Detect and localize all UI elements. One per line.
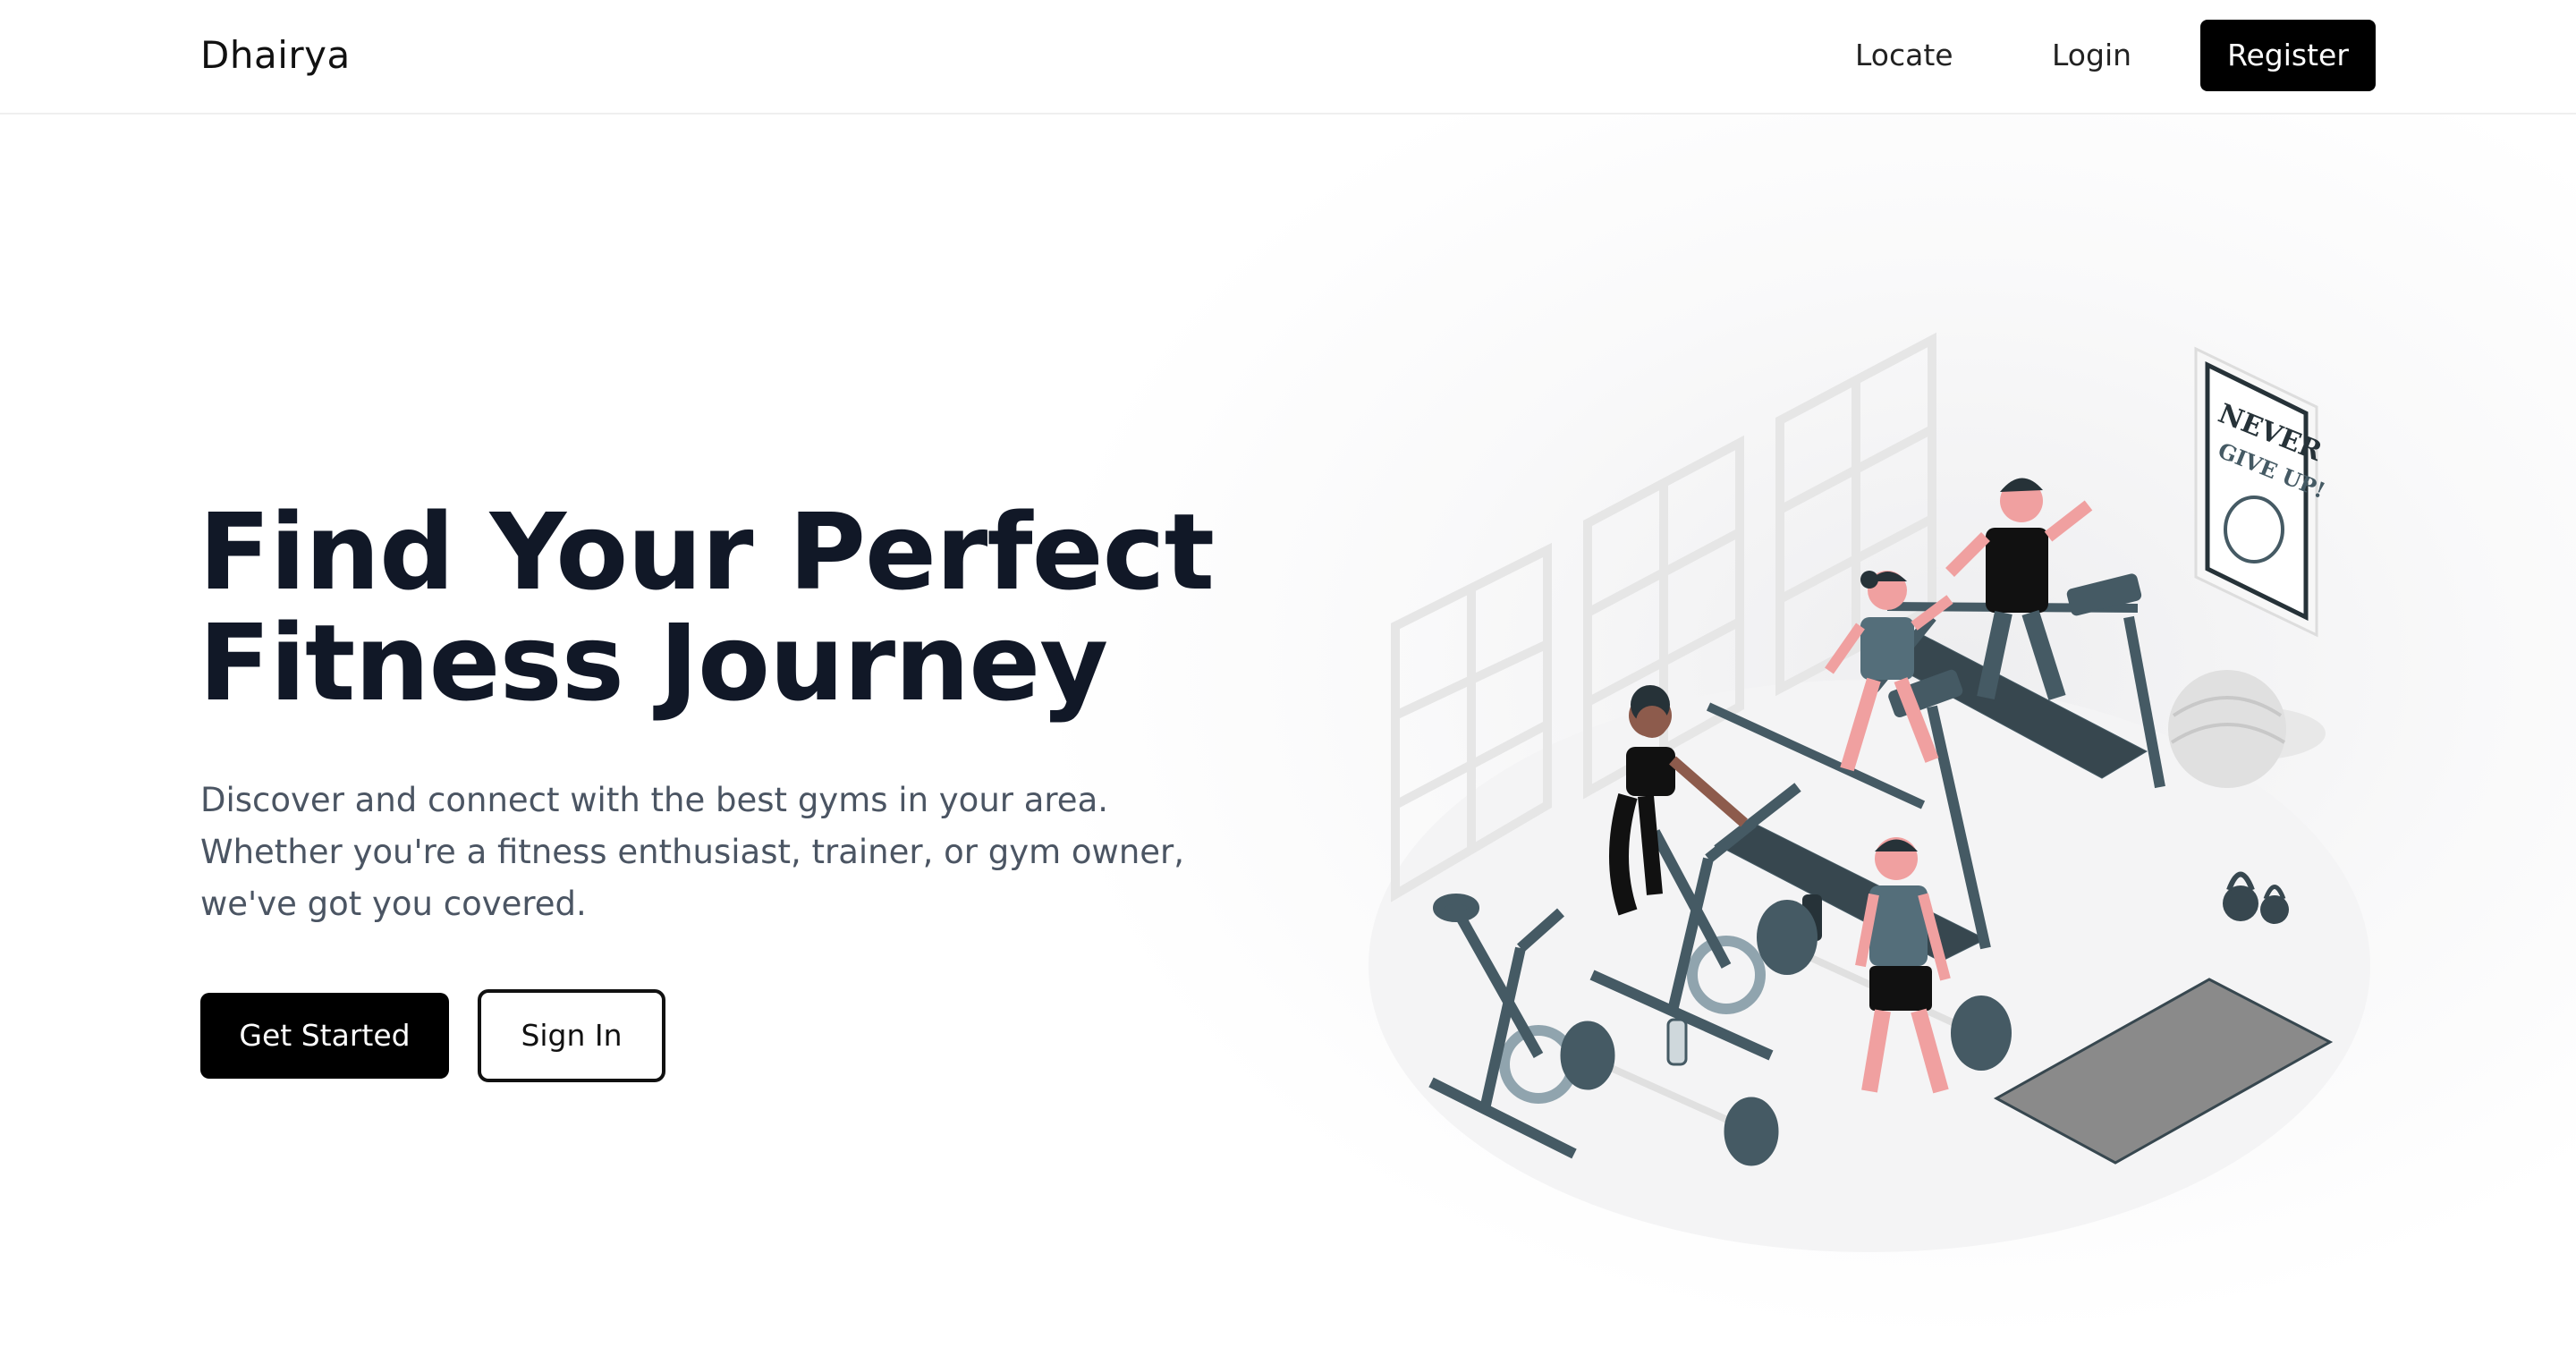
nav-login-link[interactable]: Login xyxy=(2052,34,2131,77)
never-give-up-poster: NEVER GIVE UP! xyxy=(2194,346,2329,638)
hero-title-line-1: Find Your Perfect xyxy=(199,490,1215,614)
exercise-ball-icon xyxy=(2168,670,2326,788)
get-started-button[interactable]: Get Started xyxy=(200,993,449,1079)
top-navbar: Dhairya Locate Login Register xyxy=(0,0,2576,114)
landing-page: Dhairya Locate Login Register Find Your … xyxy=(0,0,2576,1347)
hero-subtitle: Discover and connect with the best gyms … xyxy=(200,781,1185,923)
register-button[interactable]: Register xyxy=(2200,20,2376,91)
hero-title: Find Your Perfect Fitness Journey xyxy=(199,496,1227,718)
nav-locate-link[interactable]: Locate xyxy=(1855,34,1953,77)
gym-illustration: NEVER GIVE UP! xyxy=(1360,322,2415,1270)
hero-title-line-2: Fitness Journey xyxy=(199,601,1108,724)
brand-logo[interactable]: Dhairya xyxy=(200,30,351,80)
sign-in-button[interactable]: Sign In xyxy=(478,989,665,1082)
water-bottle-clear xyxy=(1666,1018,1688,1066)
gym-illustration-svg: NEVER GIVE UP! xyxy=(1368,332,2370,1252)
